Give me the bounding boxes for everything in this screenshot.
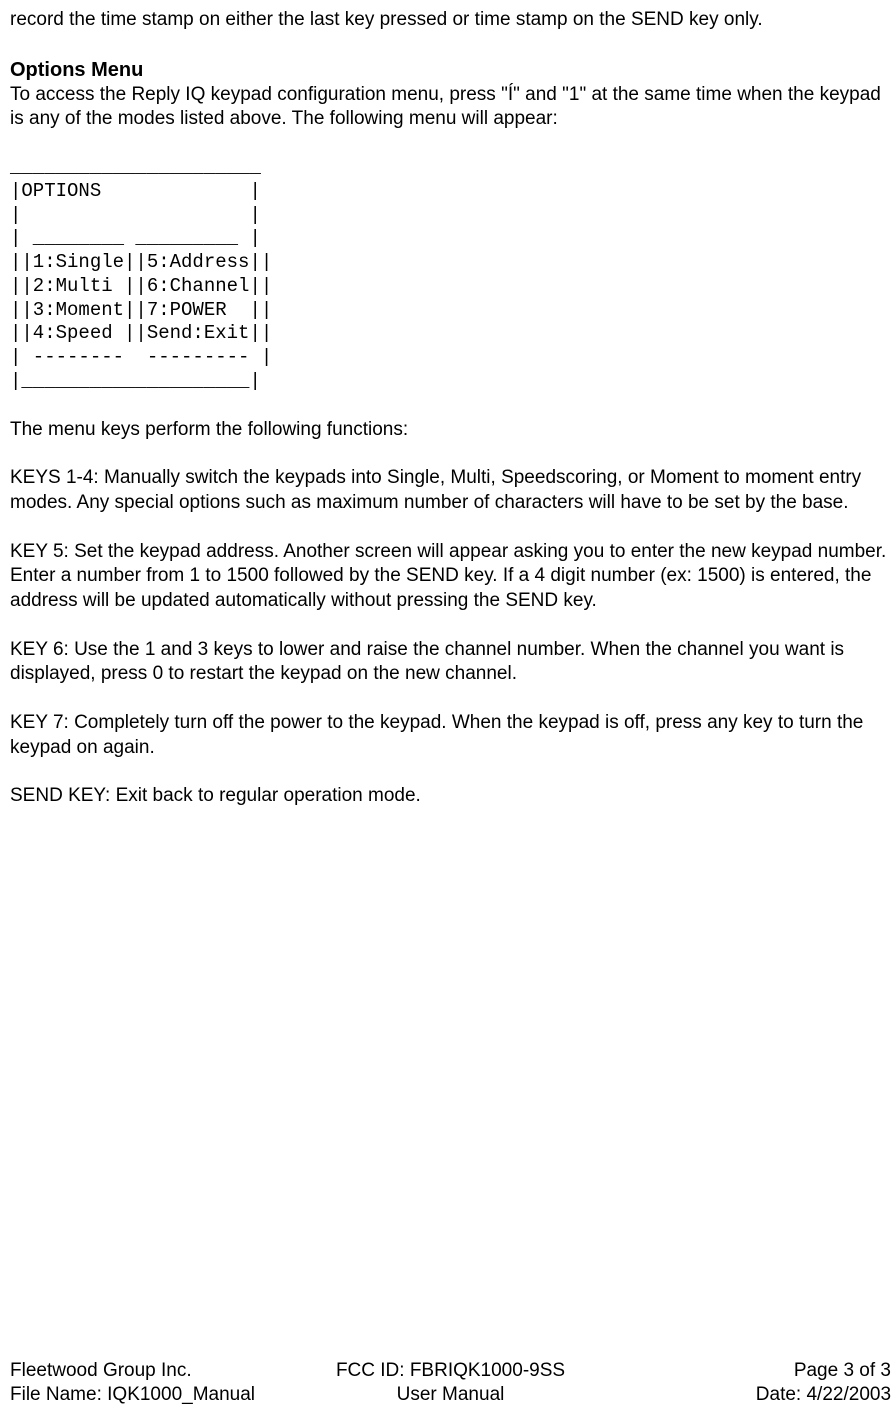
intro-paragraph: record the time stamp on either the last…	[10, 8, 891, 33]
footer-row-2: File Name: IQK1000_Manual User Manual Da…	[10, 1383, 891, 1408]
footer-doc-type: User Manual	[304, 1383, 598, 1408]
footer-company: Fleetwood Group Inc.	[10, 1359, 304, 1384]
options-intro-text-a: To access the Reply IQ keypad configurat…	[10, 84, 508, 105]
menu-functions-intro: The menu keys perform the following func…	[10, 418, 891, 443]
page-footer: Fleetwood Group Inc. FCC ID: FBRIQK1000-…	[10, 1359, 891, 1408]
send-key-description: SEND KEY: Exit back to regular operation…	[10, 784, 891, 809]
options-intro-paragraph: To access the Reply IQ keypad configurat…	[10, 83, 891, 132]
keys-1-4-description: KEYS 1-4: Manually switch the keypads in…	[10, 466, 891, 515]
key-7-description: KEY 7: Completely turn off the power to …	[10, 711, 891, 760]
footer-page-number: Page 3 of 3	[597, 1359, 891, 1384]
footer-file-name: File Name: IQK1000_Manual	[10, 1383, 304, 1408]
key-6-description: KEY 6: Use the 1 and 3 keys to lower and…	[10, 638, 891, 687]
options-ascii-menu: ______________________ |OPTIONS | | | | …	[10, 156, 891, 394]
footer-row-1: Fleetwood Group Inc. FCC ID: FBRIQK1000-…	[10, 1359, 891, 1384]
footer-date: Date: 4/22/2003	[597, 1383, 891, 1408]
options-menu-heading: Options Menu	[10, 57, 891, 83]
footer-fcc-id: FCC ID: FBRIQK1000-9SS	[304, 1359, 598, 1384]
key-5-description: KEY 5: Set the keypad address. Another s…	[10, 540, 891, 614]
